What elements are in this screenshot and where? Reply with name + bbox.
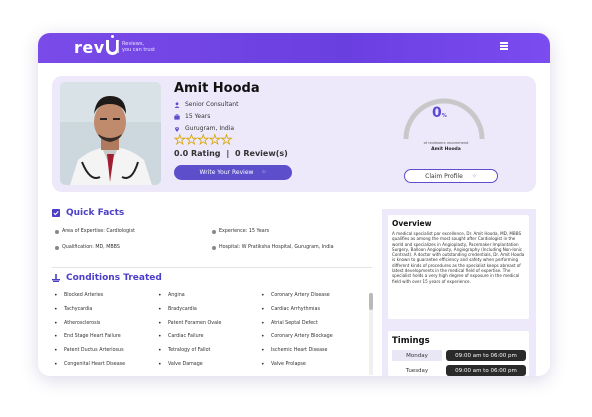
dots-icon: ⁘: [261, 169, 267, 176]
star-rating: ★ ★ ★ ★ ★: [174, 134, 233, 148]
timing-hours: 09:00 am to 06:00 pm: [446, 365, 526, 376]
condition-item: Cardiac Arrhythmias: [261, 306, 320, 313]
bullet-icon: [212, 245, 216, 250]
top-navbar: rev Reviews, you can trust: [38, 33, 550, 63]
fact-text: Hospital: W Pratiksha Hospital, Gurugram…: [219, 245, 334, 250]
overview-card: Overview A medical specialist par excell…: [388, 215, 529, 319]
gauge-doctor-name: Amit Hooda: [431, 147, 461, 152]
star-outline-icon[interactable]: ★: [185, 134, 197, 148]
condition-item: Tachycardia: [54, 306, 93, 313]
fact-qualification: Qualification: MD, MBBS: [55, 245, 120, 250]
recommend-percentage: 0%: [432, 105, 447, 121]
location-pin-icon: [174, 126, 180, 132]
hamburger-icon[interactable]: [500, 42, 508, 50]
checkbox-icon: [52, 209, 60, 217]
timing-hours: 09:00 am to 06:00 pm: [446, 350, 526, 361]
experience-row: 15 Years: [174, 113, 210, 120]
experience-text: 15 Years: [185, 113, 211, 120]
doctor-photo: [60, 82, 161, 185]
review-count: 0 Review(s): [235, 149, 288, 158]
section-divider: [52, 267, 372, 268]
rating-summary: 0.0 Rating | 0 Review(s): [174, 149, 288, 158]
condition-item: Congenital Heart Disease: [54, 361, 125, 368]
user-icon: [174, 101, 180, 108]
gauge-caption: of reviewers recommend: [423, 141, 469, 145]
quick-facts-heading: Quick Facts: [52, 208, 124, 218]
fact-text: Experience: 15 Years: [219, 229, 270, 234]
profile-card: Amit Hooda Senior Consultant 15 Years Gu…: [52, 76, 536, 192]
condition-item: Valve Prolapse: [261, 361, 306, 368]
condition-item: Coronary Artery Blockage: [261, 333, 333, 340]
rating-value: 0.0 Rating: [174, 149, 221, 158]
timing-day: Tuesday: [405, 367, 429, 374]
condition-item: Ischemic Heart Disease: [261, 347, 328, 354]
condition-item: Atrial Septal Defect: [261, 320, 318, 327]
location-row: Gurugram, India: [174, 125, 234, 132]
write-review-label: Write Your Review: [199, 169, 254, 176]
timings-card: Timings Monday 09:00 am to 06:00 pm Tues…: [388, 331, 529, 376]
condition-item: Coronary Artery Disease: [261, 292, 330, 299]
condition-item: Patent Foramen Ovale: [158, 320, 221, 327]
tagline-line-2: you can trust: [122, 47, 156, 53]
revu-logo[interactable]: rev: [74, 35, 119, 57]
star-outline-icon[interactable]: ★: [197, 134, 209, 148]
star-outline-icon[interactable]: ★: [220, 134, 232, 148]
overview-text: A medical specialist par excellence, Dr.…: [392, 231, 525, 284]
location-text: Gurugram, India: [185, 125, 235, 132]
fact-expertise: Area of Expertise: Cardiologist: [55, 229, 135, 234]
fact-hospital: Hospital: W Pratiksha Hospital, Gurugram…: [212, 245, 334, 250]
condition-item: Atherosclerosis: [54, 320, 101, 327]
browser-frame: rev Reviews, you can trust Amit Hooda Se…: [38, 33, 550, 376]
gauge-unit: %: [441, 113, 447, 119]
timings-title: Timings: [392, 336, 430, 346]
fact-text: Area of Expertise: Cardiologist: [62, 229, 135, 234]
overview-title: Overview: [392, 219, 432, 228]
write-review-button[interactable]: Write Your Review ⁘: [174, 165, 292, 180]
conditions-heading: Conditions Treated: [52, 273, 162, 283]
conditions-scrollbar[interactable]: [369, 293, 373, 375]
fact-experience: Experience: 15 Years: [212, 229, 269, 234]
timing-day: Monday: [392, 350, 442, 361]
condition-item: Angina: [158, 292, 185, 299]
bullet-icon: [212, 229, 216, 234]
condition-item: Valve Damage: [158, 361, 203, 368]
scrollbar-thumb[interactable]: [369, 293, 373, 310]
bullet-icon: [55, 229, 59, 234]
quick-facts-title: Quick Facts: [66, 208, 125, 218]
condition-item: Patent Ductus Arteriosus: [54, 347, 124, 354]
condition-item: Blocked Arteries: [54, 292, 103, 299]
conditions-title: Conditions Treated: [66, 273, 162, 283]
condition-item: Cardiac Failure: [158, 333, 204, 340]
star-outline-icon[interactable]: ★: [174, 134, 186, 148]
dots-icon: ⁘: [471, 172, 477, 180]
star-outline-icon[interactable]: ★: [209, 134, 221, 148]
briefcase-icon: [174, 113, 180, 120]
rating-separator: |: [226, 149, 230, 158]
doctor-name: Amit Hooda: [174, 81, 260, 96]
condition-item: Tetralogy of Fallot: [158, 347, 211, 354]
designation-row: Senior Consultant: [174, 101, 238, 108]
bullet-icon: [55, 245, 59, 250]
stethoscope-icon: [52, 274, 60, 282]
fact-text: Qualification: MD, MBBS: [62, 245, 120, 250]
condition-item: End Stage Heart Failure: [54, 333, 121, 340]
logo-tagline: Reviews, you can trust: [118, 41, 155, 53]
gauge-value: 0: [432, 105, 442, 121]
claim-profile-button[interactable]: Claim Profile ⁘: [404, 169, 498, 183]
designation-text: Senior Consultant: [185, 101, 239, 108]
claim-profile-label: Claim Profile: [425, 172, 463, 180]
condition-item: Bradycardia: [158, 306, 197, 313]
